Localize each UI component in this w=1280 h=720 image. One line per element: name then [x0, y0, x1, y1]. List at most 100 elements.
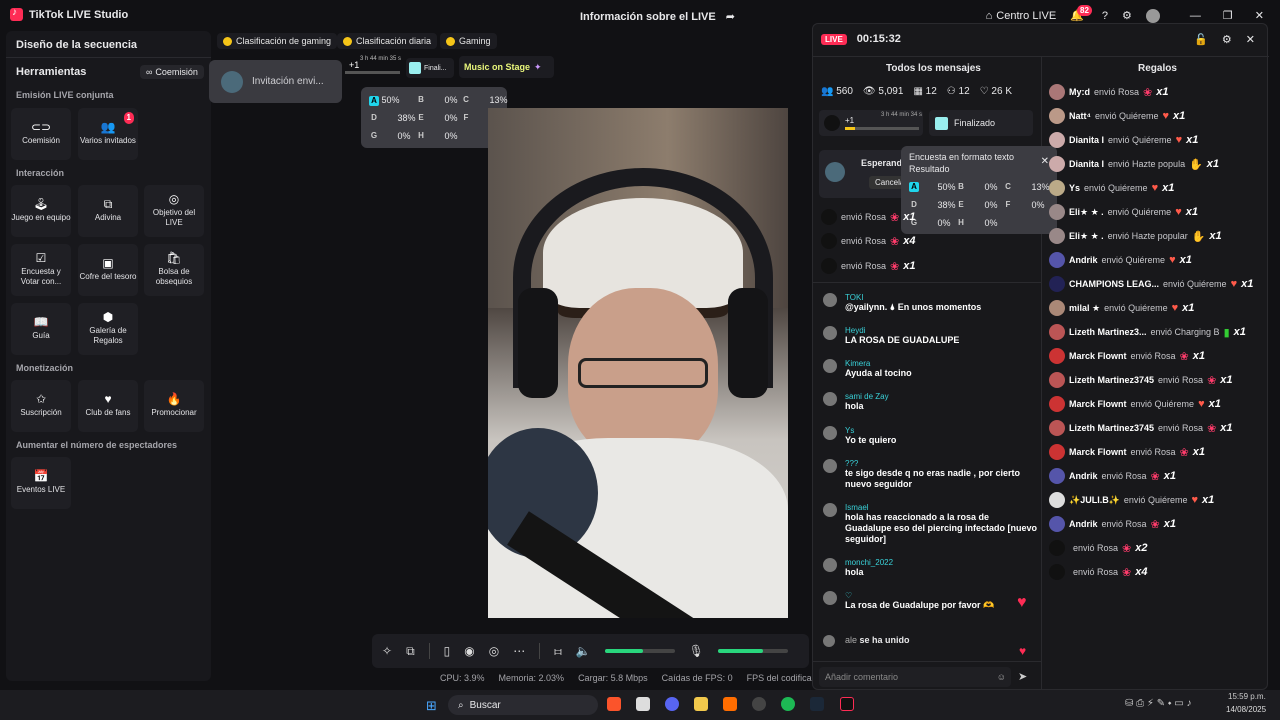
- avatar[interactable]: [1049, 492, 1065, 508]
- discord-icon[interactable]: [665, 697, 679, 711]
- coemision-button[interactable]: ∞ Coemisión: [140, 65, 204, 79]
- mic-volume-slider[interactable]: [717, 649, 788, 653]
- gift-sender[interactable]: Dianita I: [1069, 159, 1104, 169]
- magic-wand-icon[interactable]: ✧: [382, 644, 392, 658]
- tool-cofre[interactable]: ▣ Cofre del tesoro: [78, 244, 138, 296]
- gift-sender[interactable]: milal ★: [1069, 303, 1100, 314]
- gift-sender[interactable]: Natt⁴: [1069, 111, 1091, 121]
- more-icon[interactable]: ⋯: [513, 644, 525, 658]
- chat-message[interactable]: Heydi LA ROSA DE GUADALUPE: [823, 326, 1038, 346]
- tab-gifts[interactable]: Regalos: [1138, 63, 1177, 74]
- tab-clasificacion-gaming[interactable]: Clasificación de gaming: [217, 33, 338, 49]
- invite-popup[interactable]: Invitación envi...: [209, 60, 342, 103]
- invite-widget[interactable]: +1 3 h 44 min 34 s: [819, 110, 923, 136]
- tab-all-messages[interactable]: Todos los mensajes: [886, 63, 981, 74]
- folder-icon[interactable]: [694, 697, 708, 711]
- avatar[interactable]: [823, 459, 837, 473]
- avatar[interactable]: [1049, 396, 1065, 412]
- notifications-button[interactable]: 🔔 82: [1070, 5, 1092, 22]
- gift-sender[interactable]: Lizeth Martinez3745: [1069, 423, 1154, 433]
- message-author[interactable]: ♡: [845, 591, 1038, 600]
- phone-icon[interactable]: ▯: [444, 644, 451, 658]
- gift-sender[interactable]: Lizeth Martinez3745: [1069, 375, 1154, 385]
- gift-sender[interactable]: Marck Flownt: [1069, 447, 1127, 457]
- avatar[interactable]: [823, 359, 837, 373]
- brave-icon[interactable]: [607, 697, 621, 711]
- message-author[interactable]: sami de Zay: [845, 392, 1038, 401]
- close-button[interactable]: ✕: [1255, 9, 1264, 22]
- avatar[interactable]: [1049, 324, 1065, 340]
- tool-eventos-live[interactable]: 📅 Eventos LIVE: [11, 457, 71, 509]
- system-tray-icons[interactable]: ⛁ ⎙ ⚡ ✎ ⬩ ▭ ♪: [1125, 698, 1192, 709]
- close-icon[interactable]: ✕: [1246, 33, 1255, 46]
- avatar[interactable]: [823, 392, 837, 406]
- avatar[interactable]: [1049, 564, 1065, 580]
- minimize-button[interactable]: —: [1190, 10, 1201, 22]
- message-author[interactable]: monchi_2022: [845, 558, 1038, 567]
- chat-message[interactable]: ♡ La rosa de Guadalupe por favor 🫶: [823, 591, 1038, 611]
- avatar[interactable]: [1049, 348, 1065, 364]
- share-icon[interactable]: ➦: [726, 10, 735, 23]
- message-author[interactable]: TOKI: [845, 293, 1038, 302]
- comment-input[interactable]: Añadir comentario ☺: [819, 667, 1011, 687]
- avatar[interactable]: [1049, 180, 1065, 196]
- avatar[interactable]: [823, 326, 837, 340]
- centro-live-button[interactable]: ⌂ Centro LIVE: [986, 10, 1057, 22]
- finalizado-widget[interactable]: Finali...: [406, 58, 454, 78]
- gift-sender[interactable]: Dianita I: [1069, 135, 1104, 145]
- obs-icon[interactable]: [752, 697, 766, 711]
- chat-message[interactable]: sami de Zay hola: [823, 392, 1038, 412]
- scene-icon[interactable]: ⧉: [406, 644, 415, 659]
- gift-sender[interactable]: Marck Flownt: [1069, 351, 1127, 361]
- avatar[interactable]: [823, 426, 837, 440]
- gift-sender[interactable]: CHAMPIONS LEAG...: [1069, 279, 1159, 289]
- tab-clasificacion-diaria[interactable]: Clasificación diaria: [337, 33, 438, 49]
- speaker-icon[interactable]: 🔈: [576, 644, 591, 658]
- chat-message[interactable]: monchi_2022 hola: [823, 558, 1038, 578]
- chat-message[interactable]: TOKI @yailynn. 🌢 En unos momentos: [823, 293, 1038, 313]
- avatar[interactable]: [1049, 252, 1065, 268]
- send-icon[interactable]: ➤: [1018, 670, 1027, 683]
- speaker-volume-slider[interactable]: [604, 649, 675, 653]
- message-author[interactable]: ???: [845, 459, 1038, 468]
- avatar[interactable]: [823, 503, 837, 517]
- emoji-icon[interactable]: ☺: [997, 672, 1006, 682]
- taskbar-search[interactable]: ⌕ Buscar: [448, 695, 598, 715]
- message-author[interactable]: Ismael: [845, 503, 1038, 512]
- message-author[interactable]: Ys: [845, 426, 1038, 435]
- gift-sender[interactable]: Eli★ ★ .: [1069, 207, 1104, 218]
- gift-sender[interactable]: Eli★ ★ .: [1069, 231, 1104, 242]
- gift-sender[interactable]: Ys: [1069, 183, 1080, 193]
- settings-gear-icon[interactable]: ⚙: [1122, 9, 1132, 22]
- avatar[interactable]: [1049, 420, 1065, 436]
- tab-gaming[interactable]: Gaming: [440, 33, 497, 49]
- gift-sender[interactable]: My:d: [1069, 87, 1090, 97]
- maximize-button[interactable]: ❐: [1223, 9, 1233, 22]
- avatar[interactable]: [1049, 372, 1065, 388]
- mixer-icon[interactable]: ⧦: [554, 644, 561, 659]
- tool-varios-invitados[interactable]: 👥 Varios invitados 1: [78, 108, 138, 160]
- avatar[interactable]: [1049, 516, 1065, 532]
- tool-bolsa[interactable]: 🛍 Bolsa de obsequios: [144, 244, 204, 296]
- chat-message[interactable]: Kimera Ayuda al tocino: [823, 359, 1038, 379]
- lock-icon[interactable]: 🔓: [1194, 33, 1208, 46]
- live-video-preview[interactable]: [488, 108, 788, 618]
- spotify-icon[interactable]: [781, 697, 795, 711]
- avatar[interactable]: [1049, 108, 1065, 124]
- avatar[interactable]: [823, 558, 837, 572]
- tool-suscripcion[interactable]: ✩ Suscripción: [11, 380, 71, 432]
- chat-message[interactable]: Ismael hola has reaccionado a la rosa de …: [823, 503, 1038, 545]
- windows-start-icon[interactable]: ⊞: [426, 698, 437, 714]
- tool-coemision[interactable]: ⊂⊃ Coemisión: [11, 108, 71, 160]
- avatar[interactable]: [1049, 156, 1065, 172]
- tool-guia[interactable]: 📖 Guía: [11, 303, 71, 355]
- tool-juego-equipo[interactable]: 🕹 Juego en equipo: [11, 185, 71, 237]
- music-on-stage-widget[interactable]: Music on Stage ✦: [459, 56, 554, 78]
- avatar[interactable]: [1049, 132, 1065, 148]
- avatar[interactable]: [1049, 84, 1065, 100]
- tool-club-fans[interactable]: ♥ Club de fans: [78, 380, 138, 432]
- live-info-title[interactable]: Información sobre el LIVE ➦: [580, 10, 735, 24]
- steam-icon[interactable]: [810, 697, 824, 711]
- gift-sender[interactable]: ✨JULI.B✨: [1069, 495, 1120, 506]
- camera-effects-icon[interactable]: ◎: [489, 644, 499, 658]
